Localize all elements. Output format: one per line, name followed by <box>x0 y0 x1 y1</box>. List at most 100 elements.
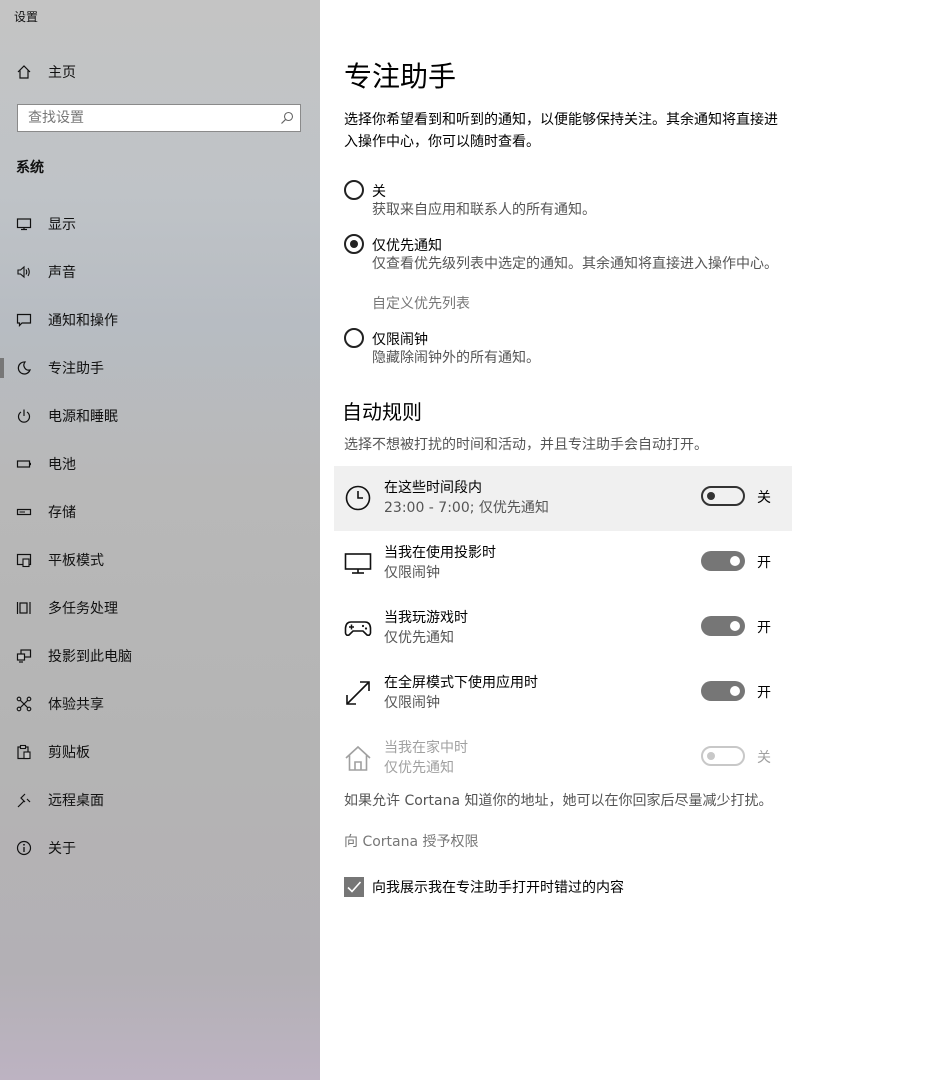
option-alarms-label: 仅限闹钟 <box>372 332 428 348</box>
moon-icon <box>14 358 34 378</box>
radio-alarms-only[interactable] <box>344 328 364 348</box>
nav-item-label: 多任务处理 <box>48 601 118 617</box>
option-alarms-desc: 隐藏除闹钟外的所有通知。 <box>372 350 540 366</box>
nav-item-remote-desktop[interactable]: 远程桌面 <box>0 780 320 820</box>
nav-item-label: 显示 <box>48 217 76 233</box>
project-icon <box>14 646 34 666</box>
speaker-icon <box>14 262 34 282</box>
rule-toggle-state: 开 <box>757 620 771 636</box>
nav-item-label: 电源和睡眠 <box>48 409 118 425</box>
rule-duplicating-display[interactable]: 当我在使用投影时 仅限闹钟 开 <box>334 531 792 596</box>
nav-item-tablet[interactable]: 平板模式 <box>0 540 320 580</box>
section-title: 系统 <box>16 160 44 176</box>
battery-icon <box>14 454 34 474</box>
cortana-note: 如果允许 Cortana 知道你的地址，她可以在你回家后尽量减少打扰。 <box>344 793 773 809</box>
multitask-icon <box>14 598 34 618</box>
nav-item-label: 声音 <box>48 265 76 281</box>
rule-fullscreen-app[interactable]: 在全屏模式下使用应用时 仅限闹钟 开 <box>334 661 792 726</box>
rule-subtitle: 23:00 - 7:00; 仅优先通知 <box>384 500 549 516</box>
nav-item-label: 存储 <box>48 505 76 521</box>
rule-title: 当我玩游戏时 <box>384 610 468 626</box>
clipboard-icon <box>14 742 34 762</box>
rule-during-these-times[interactable]: 在这些时间段内 23:00 - 7:00; 仅优先通知 关 <box>334 466 792 531</box>
rule-toggle[interactable] <box>701 616 745 636</box>
rule-title: 在全屏模式下使用应用时 <box>384 675 538 691</box>
home-icon <box>345 745 371 771</box>
show-missed-label: 向我展示我在专注助手打开时错过的内容 <box>372 880 624 896</box>
radio-off[interactable] <box>344 180 364 200</box>
nav-item-label: 剪贴板 <box>48 745 90 761</box>
rule-subtitle: 仅优先通知 <box>384 630 454 646</box>
nav-home-label: 主页 <box>48 65 76 81</box>
nav-item-power[interactable]: 电源和睡眠 <box>0 396 320 436</box>
rule-toggle-state: 开 <box>757 555 771 571</box>
rules-title: 自动规则 <box>342 400 422 424</box>
search-input[interactable] <box>18 105 278 131</box>
monitor-icon <box>344 553 372 574</box>
rule-toggle-state: 关 <box>757 490 771 506</box>
message-icon <box>14 310 34 330</box>
nav-item-shared-experiences[interactable]: 体验共享 <box>0 684 320 724</box>
rule-at-home[interactable]: 当我在家中时 仅优先通知 关 <box>334 726 792 791</box>
nav-home[interactable]: 主页 <box>0 52 320 92</box>
home-icon <box>14 62 34 82</box>
rule-subtitle: 仅限闹钟 <box>384 565 440 581</box>
rule-toggle-state: 开 <box>757 685 771 701</box>
nav-item-label: 通知和操作 <box>48 313 118 329</box>
rule-title: 在这些时间段内 <box>384 480 482 496</box>
rule-title: 当我在使用投影时 <box>384 545 496 561</box>
option-priority-desc: 仅查看优先级列表中选定的通知。其余通知将直接进入操作中心。 <box>372 256 778 272</box>
sidebar: 设置 主页 系统 显示 声音 通知和操作 专注助手 电源和睡眠 电池 存储 <box>0 0 320 1080</box>
nav-item-storage[interactable]: 存储 <box>0 492 320 532</box>
rule-subtitle: 仅优先通知 <box>384 760 454 776</box>
tablet-icon <box>14 550 34 570</box>
gamepad-icon <box>344 621 372 637</box>
fullscreen-icon <box>346 681 370 705</box>
nav-item-focus-assist[interactable]: 专注助手 <box>0 348 320 388</box>
radio-priority-only[interactable] <box>344 234 364 254</box>
show-missed-checkbox[interactable] <box>344 877 364 897</box>
nav-item-clipboard[interactable]: 剪贴板 <box>0 732 320 772</box>
rule-toggle[interactable] <box>701 551 745 571</box>
option-priority-label: 仅优先通知 <box>372 238 442 254</box>
info-icon <box>14 838 34 858</box>
nav-item-label: 远程桌面 <box>48 793 104 809</box>
nav-item-battery[interactable]: 电池 <box>0 444 320 484</box>
rule-playing-game[interactable]: 当我玩游戏时 仅优先通知 开 <box>334 596 792 661</box>
app-title: 设置 <box>14 10 39 24</box>
rule-toggle-state: 关 <box>757 750 771 766</box>
nav-item-multitasking[interactable]: 多任务处理 <box>0 588 320 628</box>
nav-item-notifications[interactable]: 通知和操作 <box>0 300 320 340</box>
nav-item-label: 专注助手 <box>48 361 104 377</box>
storage-icon <box>14 502 34 522</box>
rules-description: 选择不想被打扰的时间和活动，并且专注助手会自动打开。 <box>344 437 708 453</box>
remote-desktop-icon <box>14 790 34 810</box>
main-content: 专注助手 选择你希望看到和听到的通知，以便能够保持关注。其余通知将直接进入操作中… <box>320 0 948 1080</box>
page-description: 选择你希望看到和听到的通知，以便能够保持关注。其余通知将直接进入操作中心，你可以… <box>344 112 778 150</box>
nav-item-project[interactable]: 投影到此电脑 <box>0 636 320 676</box>
rule-toggle[interactable] <box>701 681 745 701</box>
monitor-icon <box>14 214 34 234</box>
clock-icon <box>345 485 371 511</box>
nav-item-label: 体验共享 <box>48 697 104 713</box>
customize-priority-link[interactable]: 自定义优先列表 <box>372 294 470 314</box>
rule-toggle[interactable] <box>701 486 745 506</box>
rule-toggle[interactable] <box>701 746 745 766</box>
rule-subtitle: 仅限闹钟 <box>384 695 440 711</box>
page-title: 专注助手 <box>344 60 457 93</box>
nav-item-label: 关于 <box>48 841 76 857</box>
nav-item-label: 平板模式 <box>48 553 104 569</box>
nav-item-label: 投影到此电脑 <box>48 649 132 665</box>
nav-item-display[interactable]: 显示 <box>0 204 320 244</box>
power-icon <box>14 406 34 426</box>
option-off-desc: 获取来自应用和联系人的所有通知。 <box>372 202 596 218</box>
rule-title: 当我在家中时 <box>384 740 468 756</box>
nav-item-label: 电池 <box>48 457 76 473</box>
nav-item-sound[interactable]: 声音 <box>0 252 320 292</box>
search-box[interactable] <box>17 104 301 132</box>
share-icon <box>14 694 34 714</box>
option-off-label: 关 <box>372 184 386 200</box>
search-icon[interactable] <box>280 110 294 129</box>
nav-item-about[interactable]: 关于 <box>0 828 320 868</box>
cortana-permission-link[interactable]: 向 Cortana 授予权限 <box>344 831 479 851</box>
